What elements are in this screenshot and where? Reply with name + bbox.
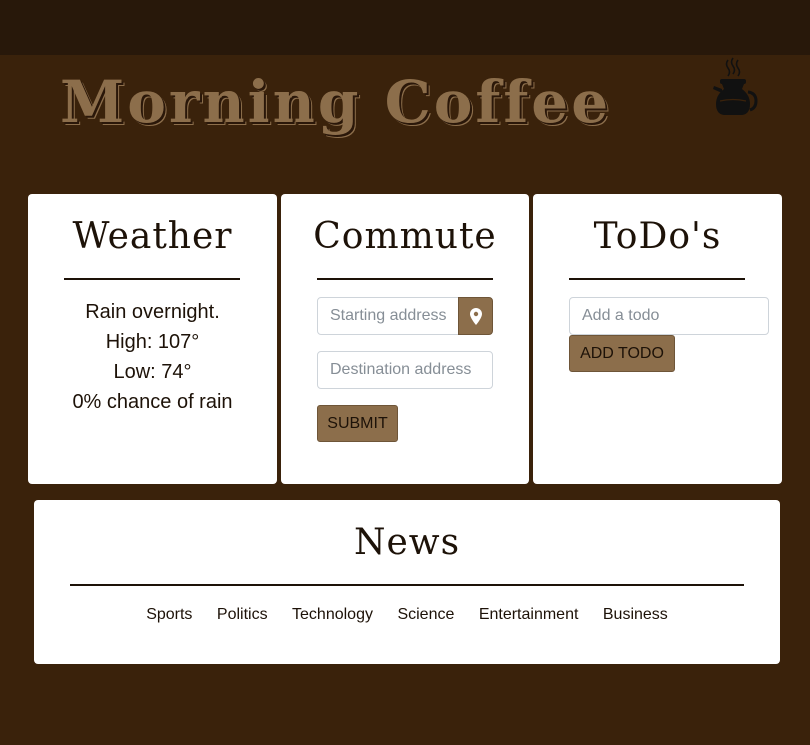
weather-card: Weather Rain overnight. High: 107° Low: … [28,194,277,484]
weather-precip: 0% chance of rain [72,391,233,413]
news-tab-politics[interactable]: Politics [217,604,268,626]
news-divider [70,584,744,586]
app-title: Morning Coffee [60,68,612,136]
top-bar [0,0,810,55]
news-tab-sports[interactable]: Sports [146,604,192,626]
news-tab-science[interactable]: Science [397,604,454,626]
commute-title: Commute [313,216,497,257]
starting-address-input[interactable] [317,297,459,335]
todo-title: ToDo's [593,216,722,257]
news-category-tabs: Sports Politics Technology Science Enter… [34,604,780,626]
news-tab-business[interactable]: Business [603,604,668,626]
todo-card: ToDo's ADD TODO [533,194,782,484]
submit-button[interactable]: SUBMIT [317,405,398,442]
todo-input[interactable] [569,297,769,335]
news-card: News Sports Politics Technology Science … [34,500,780,664]
weather-low: Low: 74° [113,361,192,383]
map-marker-icon [470,308,482,325]
news-tab-entertainment[interactable]: Entertainment [479,604,579,626]
todo-divider [569,278,745,280]
destination-address-input[interactable] [317,351,493,389]
weather-title: Weather [72,216,233,257]
weather-details: Rain overnight. High: 107° Low: 74° 0% c… [28,297,277,417]
weather-summary: Rain overnight. [85,301,220,323]
weather-high: High: 107° [105,331,200,353]
coffee-pot-icon [708,56,758,120]
commute-divider [317,278,493,280]
commute-card: Commute SUBMIT [281,194,529,484]
use-location-button[interactable] [458,297,493,335]
news-title: News [353,522,461,563]
weather-divider [64,278,240,280]
add-todo-button[interactable]: ADD TODO [569,335,675,372]
news-tab-technology[interactable]: Technology [292,604,373,626]
